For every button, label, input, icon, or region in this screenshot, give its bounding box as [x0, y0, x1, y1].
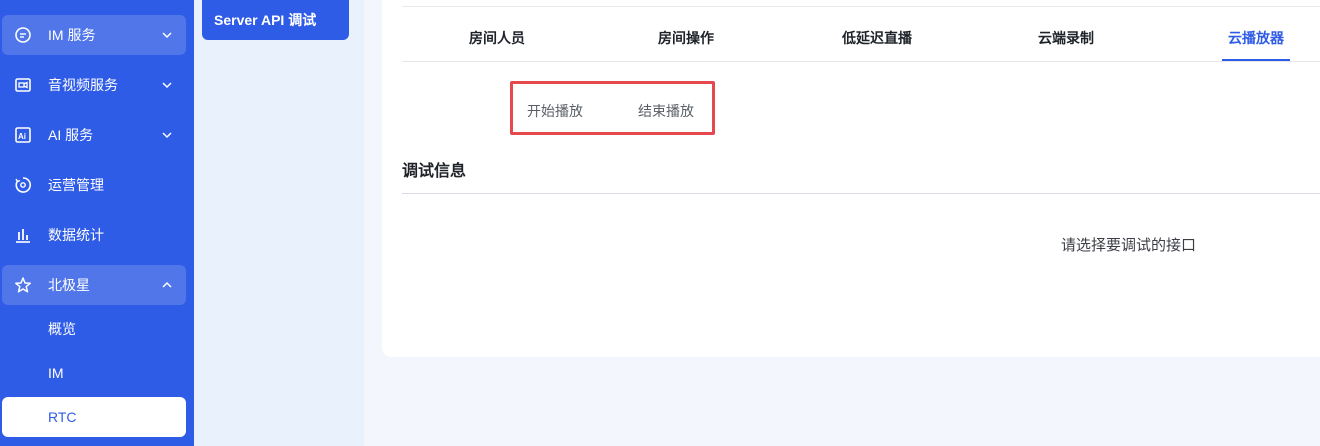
sidebar-item-label: 数据统计 — [48, 227, 104, 243]
tab-room-operations[interactable]: 房间操作 — [658, 28, 714, 48]
stop-playback-tab[interactable]: 结束播放 — [638, 102, 694, 120]
video-icon — [15, 78, 31, 92]
chevron-down-icon — [162, 32, 172, 39]
tab-bar: 房间人员 房间操作 低延迟直播 云端录制 云播放器 — [402, 0, 1320, 62]
sidebar-item-label: 运营管理 — [48, 177, 104, 193]
highlight-box: 开始播放 结束播放 — [510, 81, 715, 135]
tab-room-members[interactable]: 房间人员 — [469, 28, 525, 48]
sidebar-subitem-overview[interactable]: 概览 — [2, 309, 186, 349]
sidebar-item-ai-service[interactable]: Ai AI 服务 — [2, 115, 186, 155]
sidebar-subitem-label: 概览 — [48, 321, 76, 337]
active-tab-indicator — [1222, 59, 1290, 61]
sidebar: IM 服务 音视频服务 Ai AI 服务 运营管理 数据统计 北极星 概览 IM… — [0, 0, 194, 446]
bar-chart-icon — [16, 229, 30, 243]
star-icon — [15, 277, 31, 293]
sidebar-subitem-label: RTC — [48, 409, 77, 425]
chat-icon — [15, 27, 31, 43]
chevron-down-icon — [162, 82, 172, 89]
chevron-down-icon — [162, 132, 172, 139]
sidebar-subitem-rtc[interactable]: RTC — [2, 397, 186, 437]
sidebar-item-operations[interactable]: 运营管理 — [2, 165, 186, 205]
sidebar-item-statistics[interactable]: 数据统计 — [2, 215, 186, 255]
tab-low-latency-live[interactable]: 低延迟直播 — [842, 28, 912, 48]
start-playback-tab[interactable]: 开始播放 — [527, 102, 583, 120]
tab-cloud-recording[interactable]: 云端录制 — [1038, 28, 1094, 48]
sidebar-subitem-label: IM — [48, 365, 64, 381]
server-api-debug-button[interactable]: Server API 调试 — [202, 0, 349, 40]
sidebar-item-label: IM 服务 — [48, 27, 96, 43]
sidebar-item-label: 音视频服务 — [48, 77, 118, 93]
ai-icon: Ai — [15, 127, 31, 143]
debug-info-title: 调试信息 — [402, 163, 467, 180]
svg-text:Ai: Ai — [18, 132, 26, 141]
main-card: 房间人员 房间操作 低延迟直播 云端录制 云播放器 开始播放 结束播放 调试信息… — [382, 0, 1320, 357]
empty-state-message: 请选择要调试的接口 — [1061, 237, 1197, 254]
divider — [402, 193, 1320, 194]
sidebar-item-label: AI 服务 — [48, 127, 94, 143]
server-api-debug-label: Server API 调试 — [214, 12, 317, 28]
sidebar-item-polaris[interactable]: 北极星 — [2, 265, 186, 305]
operations-icon — [15, 177, 31, 193]
sidebar-item-im-service[interactable]: IM 服务 — [2, 15, 186, 55]
sidebar-item-label: 北极星 — [48, 277, 90, 293]
secondary-nav: Server API 调试 — [194, 0, 364, 446]
sidebar-subitem-im[interactable]: IM — [2, 353, 186, 393]
tab-cloud-player[interactable]: 云播放器 — [1228, 28, 1284, 48]
chevron-up-icon — [162, 281, 172, 288]
sidebar-item-av-service[interactable]: 音视频服务 — [2, 65, 186, 105]
